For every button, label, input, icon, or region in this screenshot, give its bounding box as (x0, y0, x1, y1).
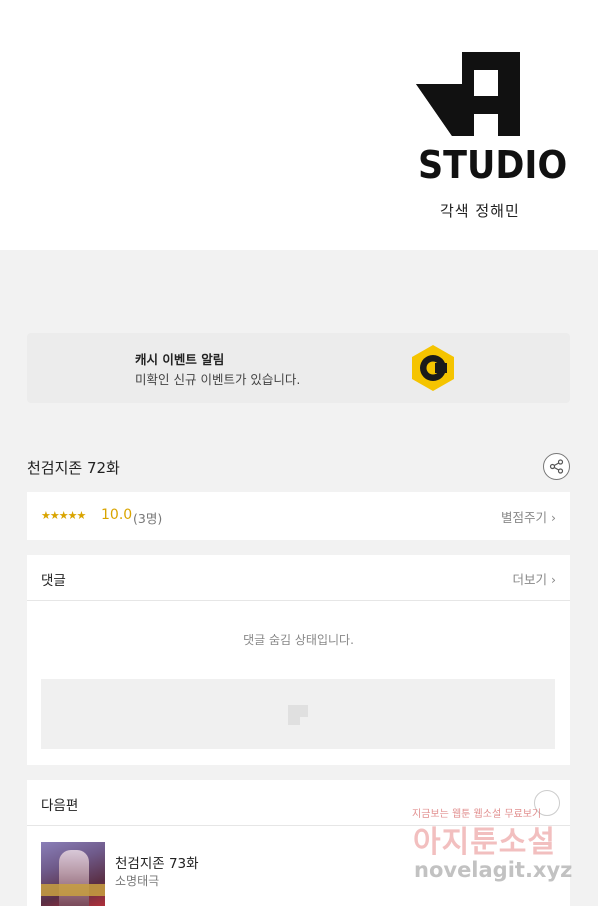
next-episode-heading: 다음편 (41, 798, 79, 814)
next-episode-author: 소명태극 (115, 874, 160, 888)
cash-event-banner[interactable]: 캐시 이벤트 알림 미확인 신규 이벤트가 있습니다. (27, 333, 570, 403)
cash-coin-icon (411, 344, 455, 392)
chevron-right-icon: › (551, 572, 556, 587)
adaptation-credit: 각색 정해민 (440, 202, 520, 220)
image-placeholder-icon (288, 705, 308, 725)
next-episode-header: 다음편 (27, 780, 570, 826)
comments-more-label: 더보기 (512, 572, 548, 587)
comments-header: 댓글 더보기 › (27, 555, 570, 601)
episode-title: 천검지존 72화 (27, 459, 120, 477)
studio-name: STUDIO (418, 143, 568, 187)
studio-logo (412, 48, 552, 140)
rate-button-label: 별점주기 (501, 510, 548, 525)
cash-event-title: 캐시 이벤트 알림 (135, 352, 225, 367)
comments-hidden-message: 댓글 숨김 상태입니다. (243, 633, 354, 647)
comments-heading: 댓글 (41, 573, 66, 589)
comments-more-button[interactable]: 더보기 › (513, 569, 557, 588)
chevron-right-icon: › (551, 510, 556, 525)
next-episode-item[interactable]: 천검지존 73화 소명태극 (41, 842, 561, 906)
share-button[interactable] (543, 453, 570, 480)
next-episode-title: 천검지존 73화 (115, 856, 199, 872)
episode-end-banner: STUDIO 각색 정해민 (0, 0, 598, 250)
rate-button[interactable]: 별점주기 › (501, 507, 556, 526)
rating-stars: ★★★★★ (41, 509, 86, 522)
share-icon (549, 459, 564, 474)
rating-count: (3명) (133, 511, 163, 526)
rating-score: 10.0 (101, 507, 133, 523)
comments-card: 댓글 더보기 › 댓글 숨김 상태입니다. (27, 555, 570, 765)
ad-image-placeholder (41, 679, 555, 749)
next-episode-card: 다음편 천검지존 73화 소명태극 (27, 780, 570, 906)
rating-card: ★★★★★ 10.0 (3명) 별점주기 › (27, 492, 570, 540)
next-episode-thumbnail (41, 842, 105, 906)
cash-event-subtitle: 미확인 신규 이벤트가 있습니다. (135, 372, 301, 387)
